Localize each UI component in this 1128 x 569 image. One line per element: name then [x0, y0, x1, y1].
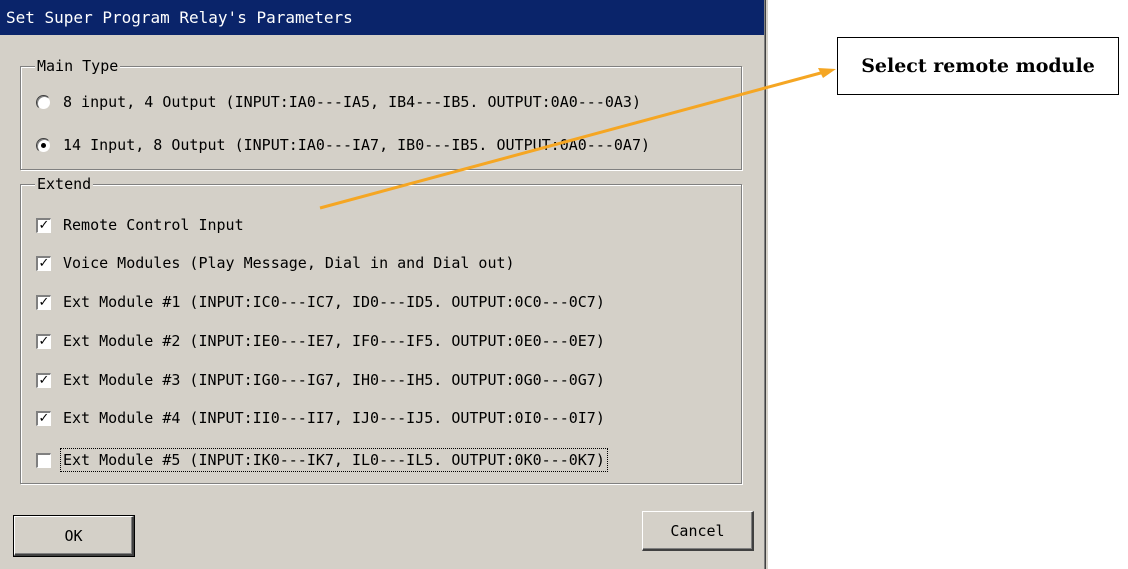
- arrow-line: [319, 69, 829, 210]
- callout-box: Select remote module: [837, 37, 1119, 95]
- arrow-head-icon: [818, 68, 836, 78]
